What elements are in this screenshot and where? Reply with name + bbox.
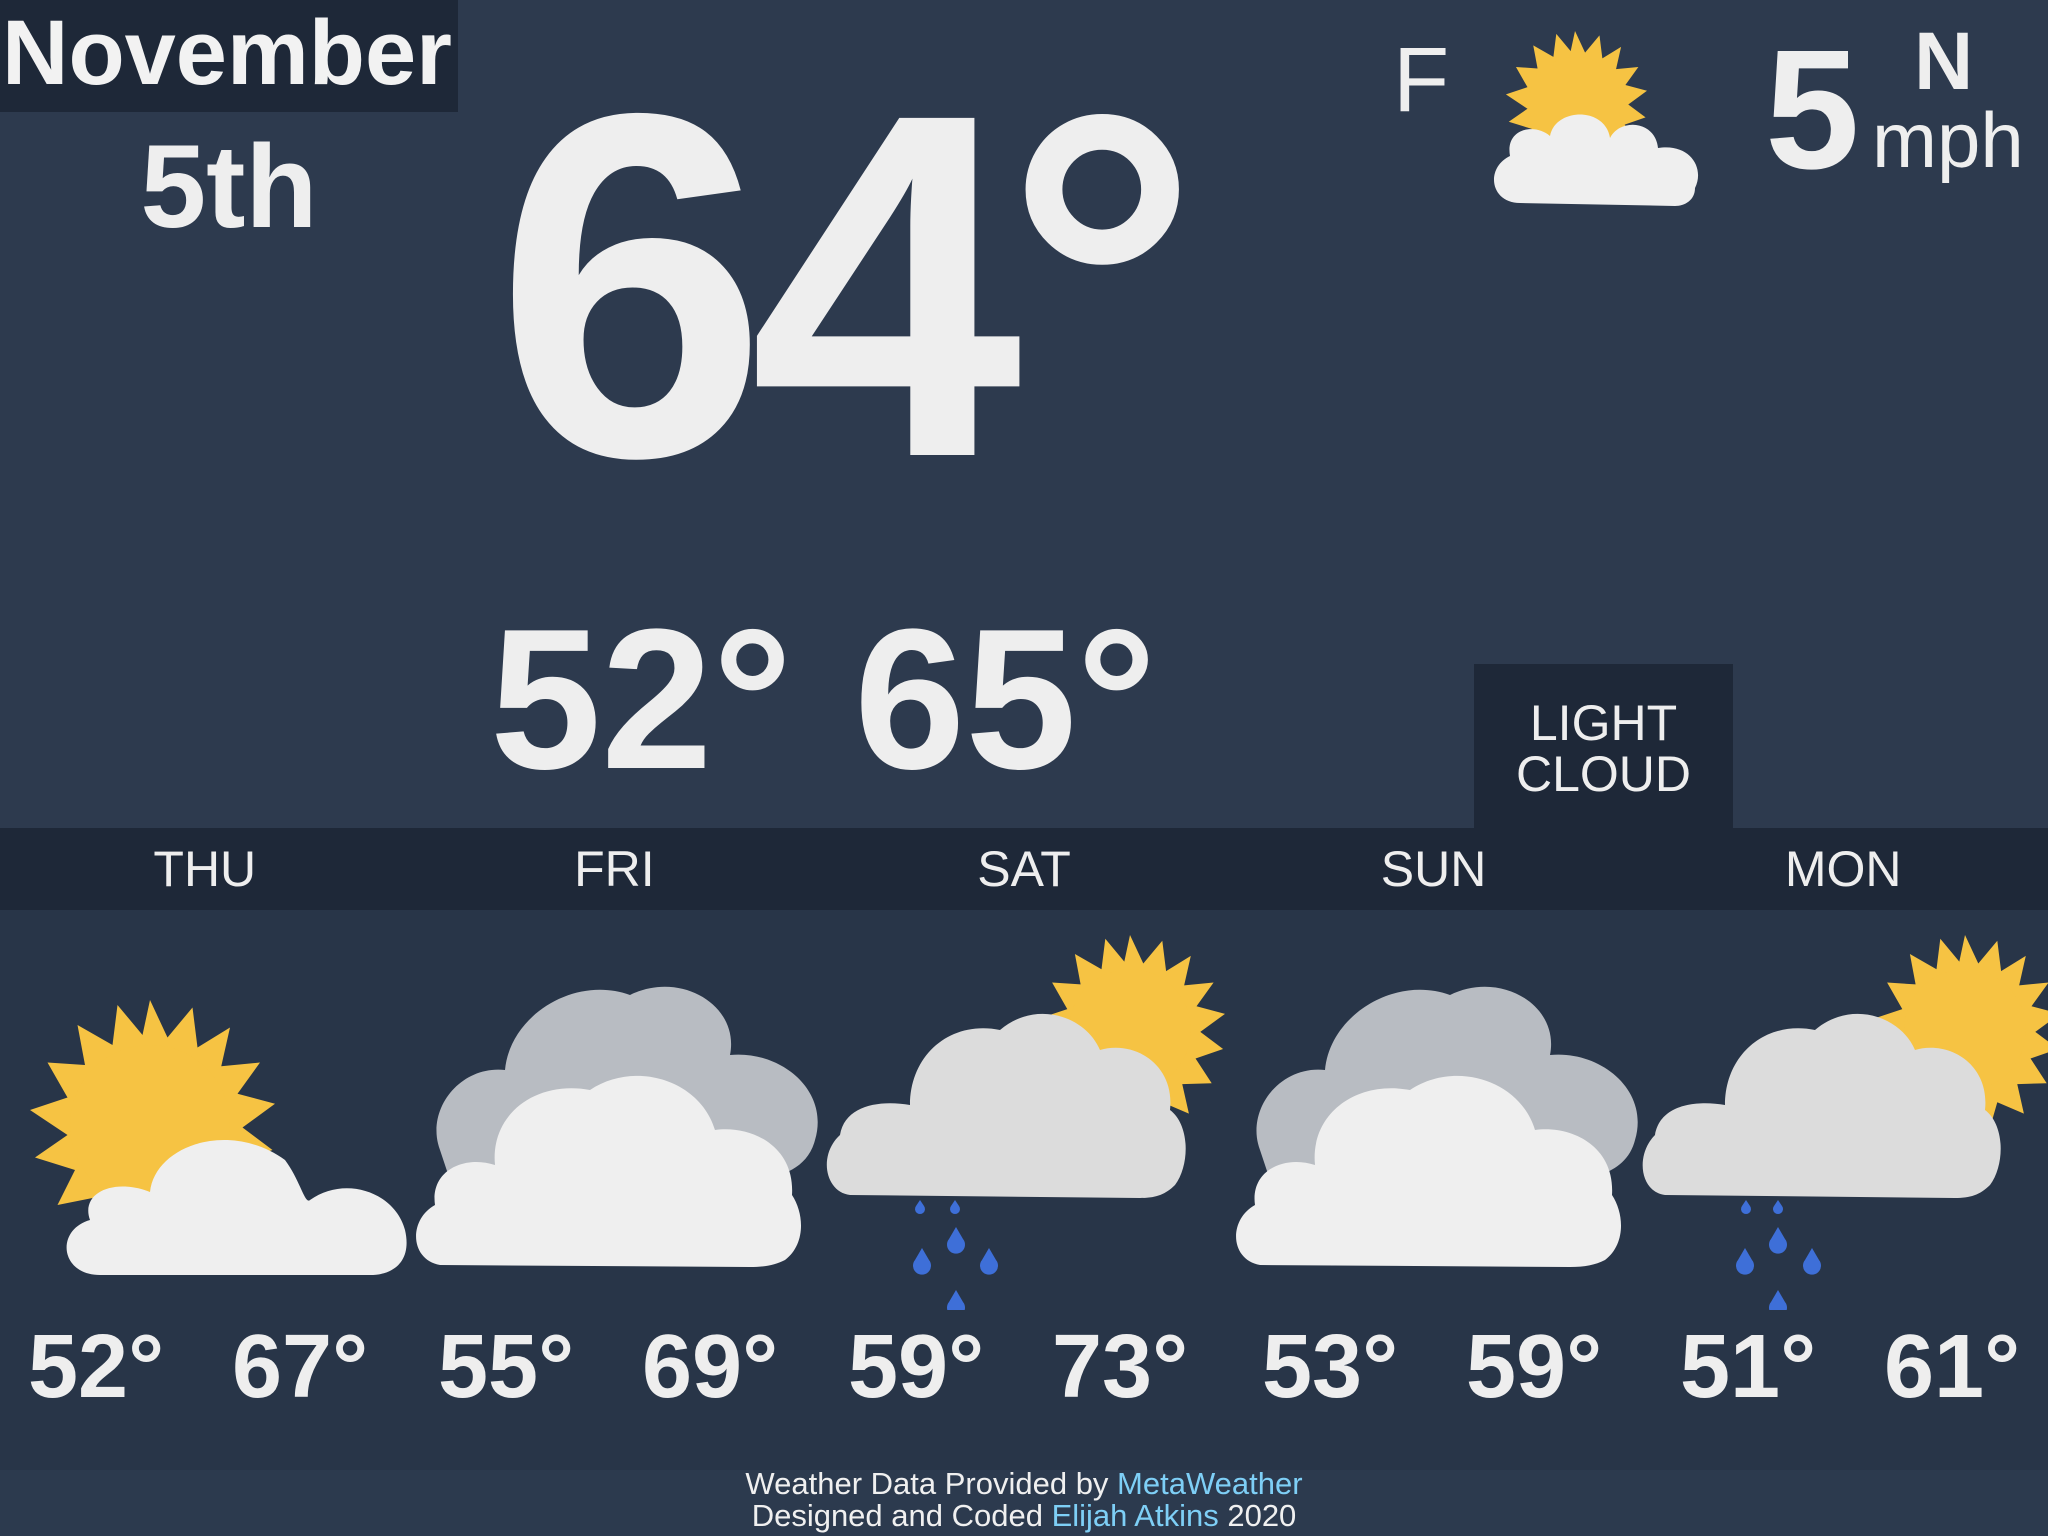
forecast-card-sun: 53° 59° <box>1230 910 1640 1430</box>
metaweather-link[interactable]: MetaWeather <box>1117 1466 1303 1501</box>
forecast-high: 61° <box>1884 1317 2021 1417</box>
wind-speed: 5 <box>1765 15 1860 205</box>
forecast-days-bar: THU FRI SAT SUN MON <box>0 828 2048 910</box>
forecast-high: 59° <box>1466 1317 1603 1417</box>
today-high: 65° <box>854 588 1157 811</box>
day-label: 5th <box>140 121 318 253</box>
footer-credits: Weather Data Provided by MetaWeather Des… <box>0 1468 2048 1532</box>
forecast-day-mon[interactable]: MON <box>1638 828 2048 910</box>
forecast-day-thu[interactable]: THU <box>0 828 410 910</box>
weather-description: LIGHT CLOUD <box>1474 664 1733 828</box>
partly-sunny-icon <box>1493 31 1699 206</box>
forecast-high: 69° <box>642 1317 779 1417</box>
today-low-high: 52° 65° <box>490 600 1156 800</box>
forecast-day-fri[interactable]: FRI <box>410 828 820 910</box>
wind-unit: mph <box>1872 96 2024 184</box>
forecast-low: 53° <box>1262 1317 1399 1417</box>
data-credit-text: Weather Data Provided by <box>745 1466 1118 1501</box>
forecast-low: 52° <box>28 1317 165 1417</box>
forecast-high: 67° <box>232 1317 369 1417</box>
forecast-card-sat: 59° 73° <box>820 910 1230 1430</box>
heavy-cloud-icon <box>1236 986 1638 1267</box>
author-link[interactable]: Elijah Atkins <box>1052 1498 1219 1533</box>
forecast-card-thu: 52° 67° <box>0 910 410 1430</box>
forecast-low: 51° <box>1680 1317 1817 1417</box>
description-line-2: CLOUD <box>1515 746 1692 802</box>
month-label: November <box>0 0 458 112</box>
today-low: 52° <box>490 588 793 811</box>
current-temperature: 64° <box>495 11 1200 559</box>
forecast-day-sat[interactable]: SAT <box>819 828 1229 910</box>
light-rain-sun-icon <box>1642 935 2048 1310</box>
forecast-card-mon: 51° 61° <box>1640 910 2048 1430</box>
forecast-low: 55° <box>438 1317 575 1417</box>
current-weather-panel: November 5th 64° F 5 N mph 52° 65° LIGHT… <box>0 0 2048 828</box>
sun-behind-cloud-icon <box>30 1000 407 1275</box>
author-credit-text: Designed and Coded <box>751 1498 1052 1533</box>
forecast-day-sun[interactable]: SUN <box>1229 828 1639 910</box>
forecast-low: 59° <box>848 1317 985 1417</box>
light-rain-sun-icon <box>826 935 1225 1310</box>
forecast-high: 73° <box>1052 1317 1189 1417</box>
year-text: 2020 <box>1218 1498 1297 1533</box>
forecast-card-fri: 55° 69° <box>410 910 820 1430</box>
temperature-unit-toggle[interactable]: F <box>1393 30 1449 130</box>
heavy-cloud-icon <box>416 986 818 1267</box>
footer-line-2: Designed and Coded Elijah Atkins 2020 <box>0 1500 2048 1532</box>
forecast-panel: 52° 67° 55° 69° 59° 73° 53° 59° 51° 61° <box>0 910 2048 1470</box>
footer-line-1: Weather Data Provided by MetaWeather <box>0 1468 2048 1500</box>
description-line-1: LIGHT <box>1529 695 1678 751</box>
